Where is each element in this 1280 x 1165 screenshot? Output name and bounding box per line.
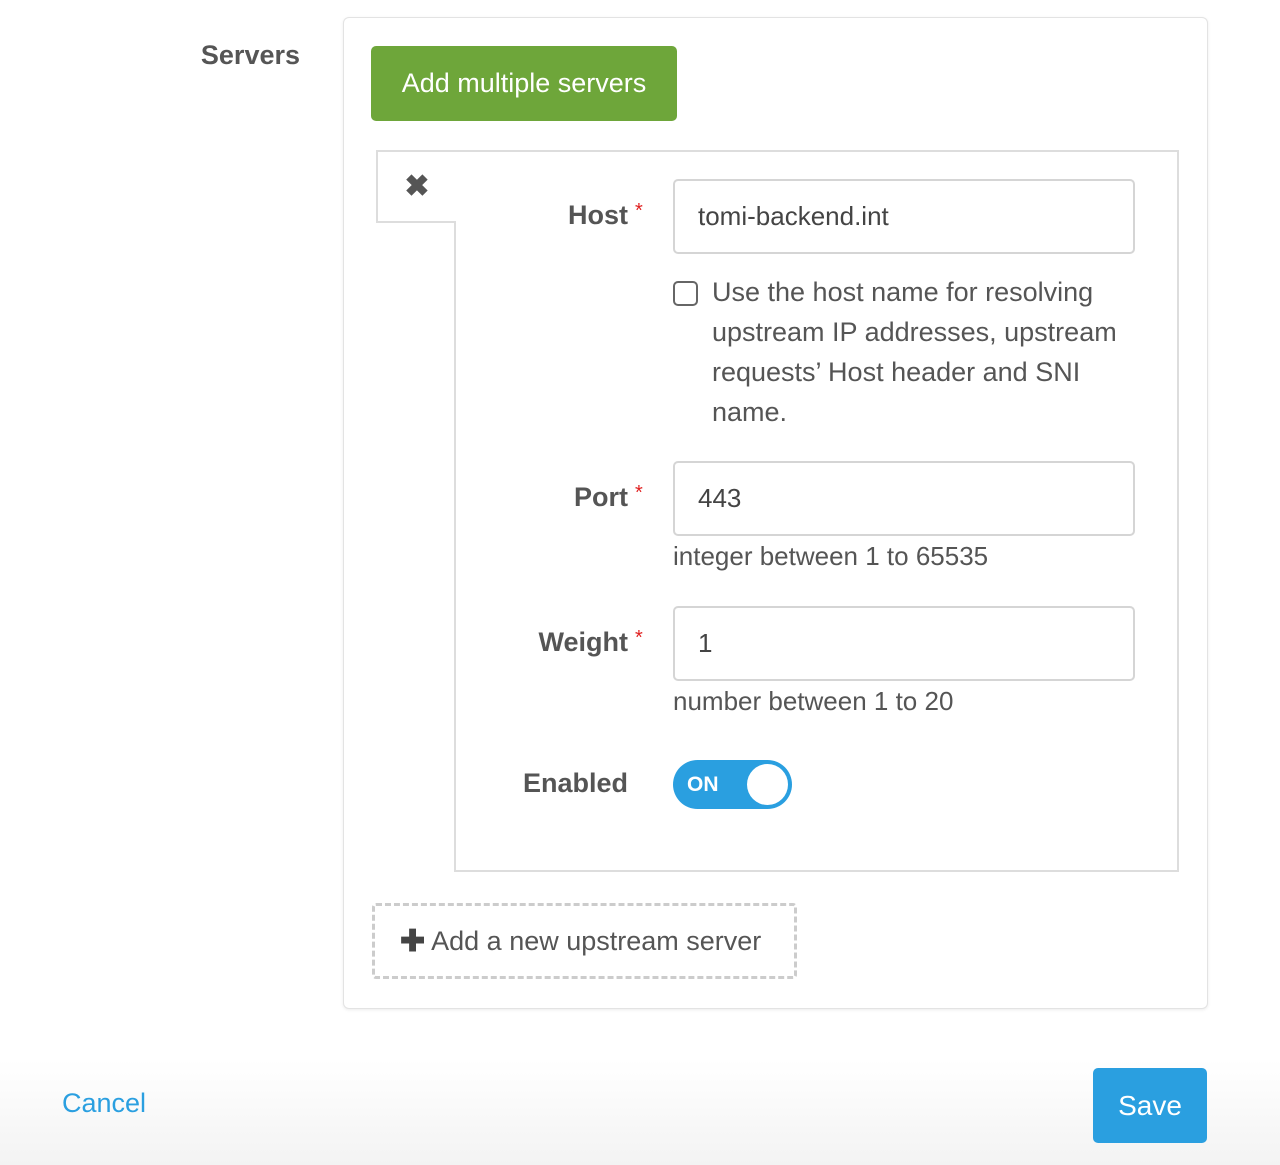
port-required-mark: * (635, 482, 643, 504)
toggle-state-text: ON (687, 773, 719, 796)
close-icon[interactable]: ✖ (400, 170, 434, 204)
add-upstream-server-button[interactable]: ✚ Add a new upstream server (372, 903, 797, 979)
use-host-checkbox[interactable] (673, 281, 698, 306)
port-hint: integer between 1 to 65535 (673, 541, 989, 571)
servers-section-label: Servers (200, 40, 300, 70)
box-border-top (376, 150, 1179, 152)
use-host-checkbox-label: Use the host name for resolving upstream… (712, 277, 1117, 427)
box-border-right (1177, 150, 1179, 872)
save-button[interactable]: Save (1093, 1068, 1207, 1143)
host-input[interactable]: tomi-backend.int (673, 179, 1135, 254)
weight-label: Weight (538, 627, 629, 657)
add-upstream-server-label: Add a new upstream server (431, 925, 762, 956)
box-border-bottom (454, 870, 1179, 872)
toggle-knob (747, 764, 788, 805)
enabled-toggle[interactable]: ON (673, 760, 792, 809)
port-label: Port (574, 482, 628, 512)
host-label: Host (568, 200, 628, 230)
weight-input[interactable]: 1 (673, 606, 1135, 681)
weight-required-mark: * (635, 627, 643, 649)
weight-hint: number between 1 to 20 (673, 686, 954, 716)
port-input[interactable]: 443 (673, 461, 1135, 536)
plus-icon: ✚ (400, 924, 426, 958)
cancel-link[interactable]: Cancel (62, 1088, 146, 1119)
host-required-mark: * (635, 200, 643, 222)
add-multiple-servers-button[interactable]: Add multiple servers (371, 46, 677, 121)
enabled-label: Enabled (522, 768, 628, 798)
